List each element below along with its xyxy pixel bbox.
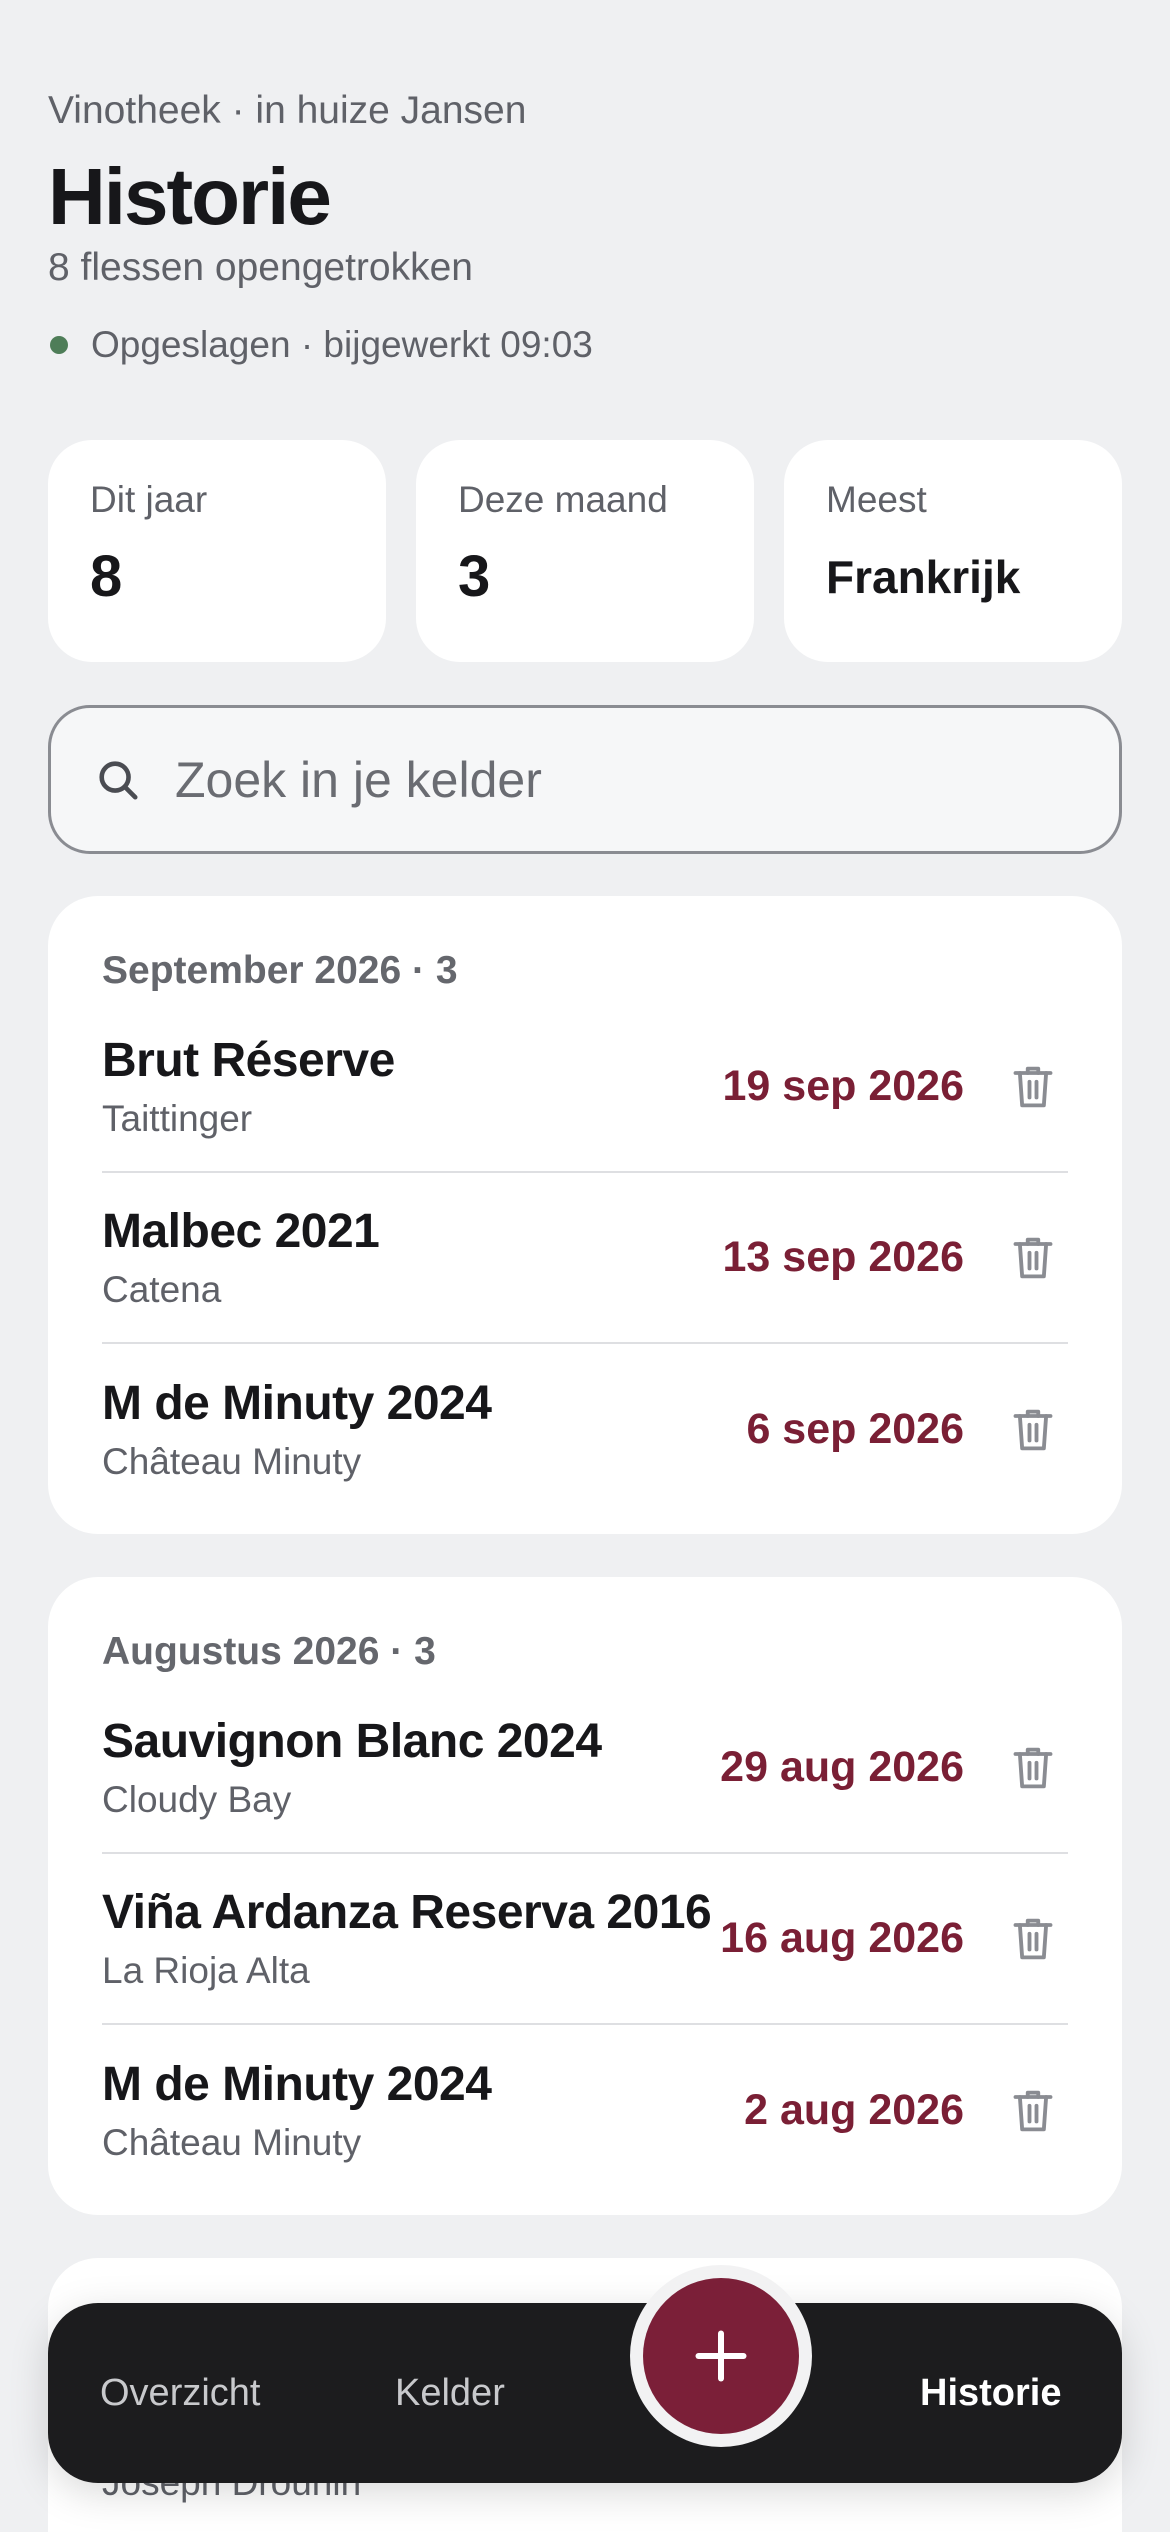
trash-icon[interactable] <box>1012 1064 1054 1110</box>
wine-name: M de Minuty 2024 <box>102 1376 492 1430</box>
opened-date: 19 sep 2026 <box>722 1062 964 1110</box>
wine-producer: Cloudy Bay <box>102 1778 292 1820</box>
page-title: Historie <box>48 152 332 241</box>
page-subtitle: 8 flessen opengetrokken <box>48 246 473 289</box>
nav-item-overview[interactable]: Overzicht <box>100 2303 260 2483</box>
month-group-august: Augustus 2026 · 3 Sauvignon Blanc 2024 C… <box>48 1577 1122 2215</box>
search-input[interactable]: Zoek in je kelder <box>48 705 1122 854</box>
month-group-september: September 2026 · 3 Brut Réserve Taitting… <box>48 896 1122 1534</box>
trash-icon[interactable] <box>1012 1235 1054 1281</box>
stat-label: Meest <box>826 479 927 520</box>
cellar-name: Vinotheek · in huize Jansen <box>48 89 527 132</box>
list-item[interactable]: Malbec 2021 Catena 13 sep 2026 <box>102 1173 1068 1344</box>
opened-date: 13 sep 2026 <box>722 1233 964 1281</box>
list-item[interactable]: Brut Réserve Taittinger 19 sep 2026 <box>102 1002 1068 1173</box>
page-header: Vinotheek · in huize Jansen Historie 8 f… <box>48 88 1122 368</box>
opened-date: 29 aug 2026 <box>720 1743 964 1791</box>
wine-name: Malbec 2021 <box>102 1204 380 1258</box>
wine-producer: Château Minuty <box>102 2121 362 2163</box>
stat-label: Deze maand <box>458 479 668 520</box>
add-bottle-button[interactable] <box>630 2265 812 2447</box>
opened-date: 2 aug 2026 <box>744 2086 964 2134</box>
list-item[interactable]: M de Minuty 2024 Château Minuty 6 sep 20… <box>102 1344 1068 1515</box>
stat-value: Frankrijk <box>826 551 1021 603</box>
trash-icon[interactable] <box>1012 1916 1054 1962</box>
list-item[interactable]: Viña Ardanza Reserva 2016 La Rioja Alta … <box>102 1854 1068 2025</box>
nav-item-cellar[interactable]: Kelder <box>395 2303 505 2483</box>
wine-producer: Château Minuty <box>102 1440 362 1482</box>
trash-icon[interactable] <box>1012 2088 1054 2134</box>
stat-card-this-year: Dit jaar 8 <box>48 440 386 662</box>
nav-item-history[interactable]: Historie <box>920 2303 1061 2483</box>
save-status: Opgeslagen · bijgewerkt 09:03 <box>48 322 1122 368</box>
status-dot-icon <box>50 336 68 354</box>
stat-label: Dit jaar <box>90 479 208 520</box>
month-heading: Augustus 2026 · 3 <box>102 1630 436 1673</box>
trash-icon[interactable] <box>1012 1407 1054 1453</box>
opened-date: 6 sep 2026 <box>746 1405 964 1453</box>
add-button-circle <box>643 2278 799 2434</box>
stat-card-this-month: Deze maand 3 <box>416 440 754 662</box>
stat-value: 8 <box>90 544 123 609</box>
stat-card-most: Meest Frankrijk <box>784 440 1122 662</box>
bottom-navigation: Overzicht Kelder Historie <box>48 2303 1122 2483</box>
search-placeholder: Zoek in je kelder <box>175 751 542 808</box>
wine-name: Sauvignon Blanc 2024 <box>102 1714 602 1768</box>
opened-date: 16 aug 2026 <box>720 1914 964 1962</box>
list-item[interactable]: Sauvignon Blanc 2024 Cloudy Bay 29 aug 2… <box>102 1683 1068 1854</box>
plus-icon <box>695 2330 747 2382</box>
stat-value: 3 <box>458 544 491 609</box>
wine-producer: La Rioja Alta <box>102 1949 310 1991</box>
search-icon <box>99 760 138 800</box>
wine-name: M de Minuty 2024 <box>102 2057 492 2111</box>
wine-producer: Taittinger <box>102 1097 253 1139</box>
wine-name: Viña Ardanza Reserva 2016 <box>102 1885 712 1939</box>
stats-row: Dit jaar 8 Deze maand 3 Meest Frankrijk <box>48 440 1122 662</box>
wine-producer: Catena <box>102 1268 222 1310</box>
trash-icon[interactable] <box>1012 1745 1054 1791</box>
save-status-text: Opgeslagen · bijgewerkt 09:03 <box>91 324 593 365</box>
wine-name: Brut Réserve <box>102 1033 395 1087</box>
list-item[interactable]: M de Minuty 2024 Château Minuty 2 aug 20… <box>102 2025 1068 2196</box>
month-heading: September 2026 · 3 <box>102 949 458 992</box>
